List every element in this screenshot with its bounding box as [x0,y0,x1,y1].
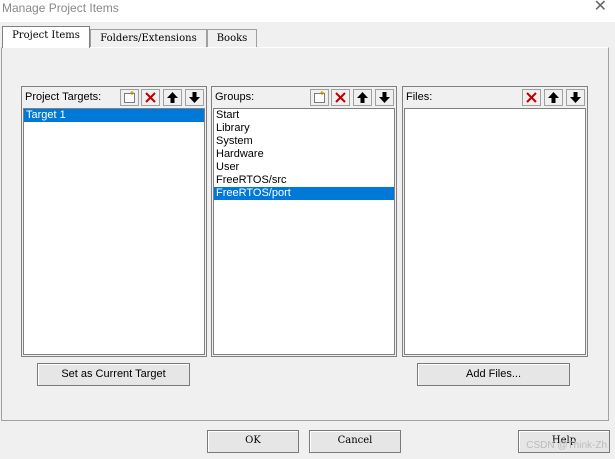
title-bar: Manage Project Items ✕ [0,0,615,22]
files-list[interactable] [404,108,586,355]
group-item-system[interactable]: System [214,135,394,148]
groups-group: Groups: Start Library System Hardware Us… [211,86,397,357]
move-down-icon [570,92,581,103]
move-up-icon [357,92,368,103]
groups-header: Groups: [213,88,395,107]
project-targets-group: Project Targets: Target 1 [21,86,207,357]
add-files-button[interactable]: Add Files... [417,363,570,386]
delete-group-button[interactable] [331,89,350,106]
new-item-icon [314,91,325,103]
delete-file-button[interactable] [522,89,541,106]
move-down-icon [189,92,200,103]
move-target-up-button[interactable] [163,89,182,106]
window-title: Manage Project Items [2,1,119,15]
move-group-up-button[interactable] [353,89,372,106]
files-group: Files: [402,86,588,357]
group-item-user[interactable]: User [214,161,394,174]
tab-books[interactable]: Books [207,29,257,47]
new-target-button[interactable] [120,89,139,106]
group-item-library[interactable]: Library [214,122,394,135]
groups-label: Groups: [215,91,255,103]
set-current-target-button[interactable]: Set as Current Target [37,363,190,386]
move-target-down-button[interactable] [185,89,204,106]
project-targets-label: Project Targets: [25,91,102,103]
cancel-button[interactable]: Cancel [309,430,401,453]
move-group-down-button[interactable] [375,89,394,106]
new-item-icon [124,91,135,103]
target-item[interactable]: Target 1 [24,109,204,122]
targets-list[interactable]: Target 1 [23,108,205,355]
move-up-icon [167,92,178,103]
group-item-start[interactable]: Start [214,109,394,122]
group-item-freertos-port[interactable]: FreeRTOS/port [214,187,394,200]
ok-button[interactable]: OK [207,430,299,453]
tab-folders-extensions[interactable]: Folders/Extensions [90,29,207,47]
move-up-icon [548,92,559,103]
close-icon[interactable]: ✕ [594,0,607,16]
delete-target-button[interactable] [141,89,160,106]
move-down-icon [379,92,390,103]
files-header: Files: [404,88,586,107]
group-item-freertos-src[interactable]: FreeRTOS/src [214,174,394,187]
groups-list[interactable]: Start Library System Hardware User FreeR… [213,108,395,355]
group-item-hardware[interactable]: Hardware [214,148,394,161]
delete-icon [145,92,156,103]
move-file-down-button[interactable] [566,89,585,106]
files-label: Files: [406,91,433,103]
new-group-button[interactable] [310,89,329,106]
project-targets-header: Project Targets: [23,88,205,107]
tab-project-items[interactable]: Project Items [2,26,90,48]
delete-icon [526,92,537,103]
move-file-up-button[interactable] [544,89,563,106]
delete-icon [335,92,346,103]
tab-strip: Project Items Folders/Extensions Books [0,22,615,48]
watermark: CSDN @Think-Zh [526,440,607,451]
